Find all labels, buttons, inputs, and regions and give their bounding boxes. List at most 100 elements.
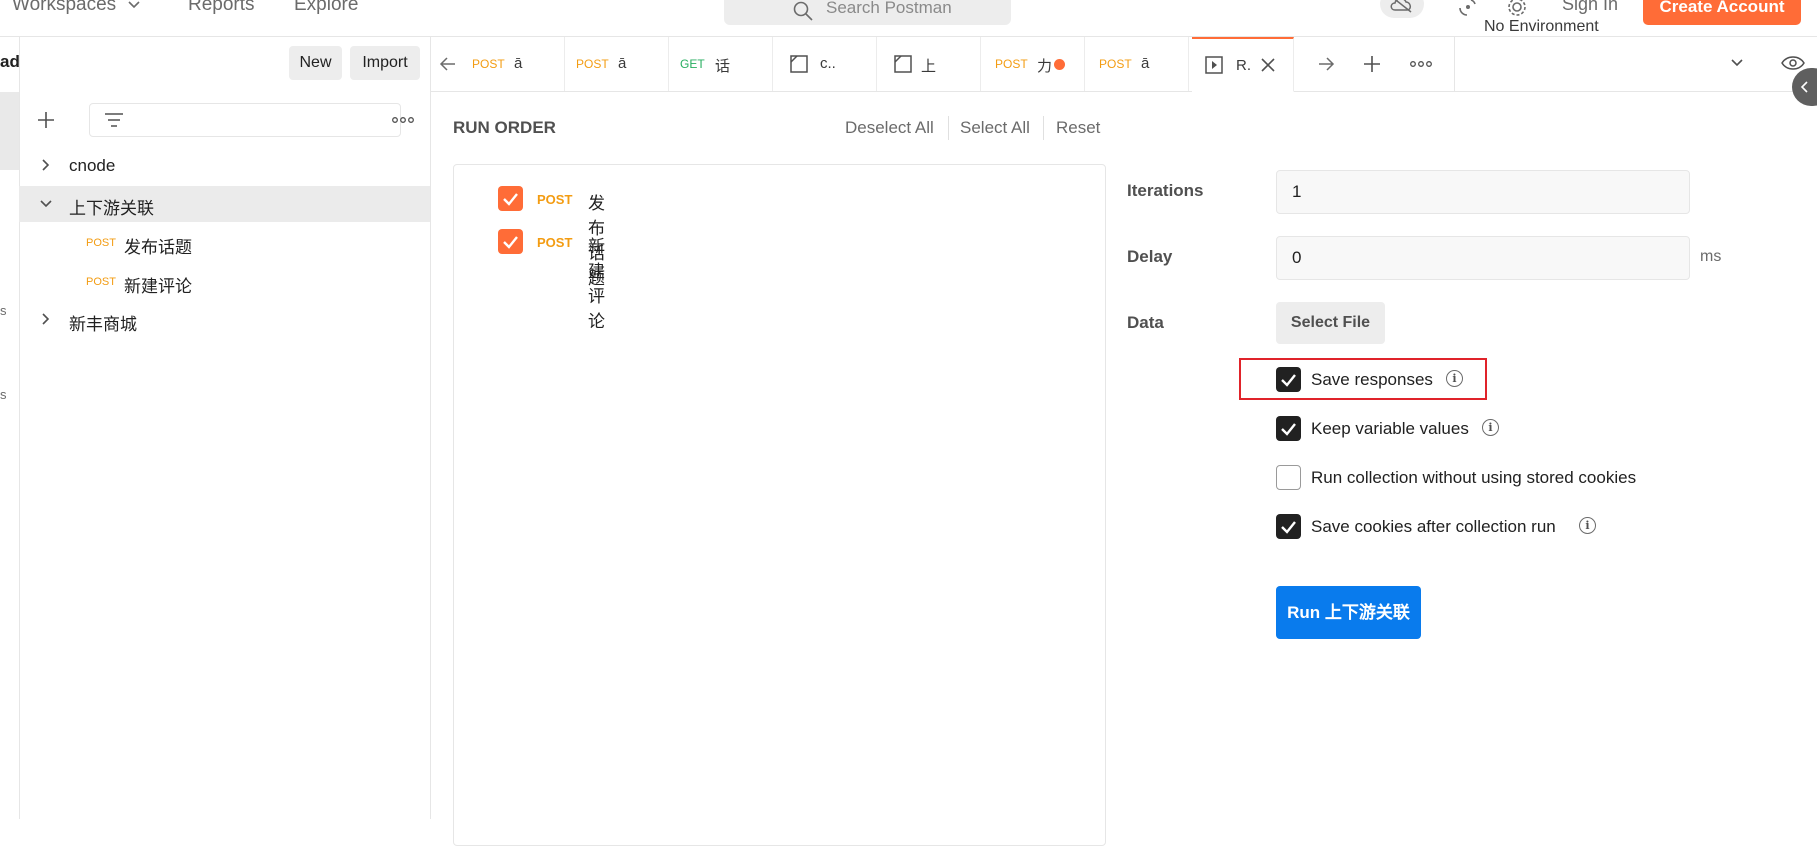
collection-label: cnode bbox=[69, 156, 116, 175]
tab-request[interactable]: POST ā bbox=[464, 37, 565, 91]
filter-input[interactable] bbox=[89, 103, 401, 137]
tab-request-unsaved[interactable]: POST 力 bbox=[980, 37, 1085, 91]
iterations-value: 1 bbox=[1292, 182, 1302, 201]
request-item[interactable]: POST 新建评论 bbox=[19, 264, 430, 300]
selected-strip-item[interactable] bbox=[0, 92, 19, 170]
divider bbox=[1454, 37, 1455, 91]
tab-method: POST bbox=[995, 57, 1028, 71]
delay-unit: ms bbox=[1700, 248, 1722, 265]
filter-icon bbox=[105, 113, 123, 127]
tab-title: 上 bbox=[921, 58, 937, 75]
request-name: 新建评论 bbox=[588, 237, 605, 331]
collection-item-mall[interactable]: 新丰商城 bbox=[19, 302, 430, 338]
collection-label: 上下游关联 bbox=[69, 199, 154, 218]
reset-button[interactable]: Reset bbox=[1056, 118, 1100, 138]
chevron-down-icon[interactable] bbox=[1730, 58, 1744, 68]
tab-method: GET bbox=[680, 57, 705, 71]
tab-bar: POST ā POST ā GET 话 c.. 上 POST 力 POST ā … bbox=[431, 37, 1817, 92]
reports-link[interactable]: Reports bbox=[188, 0, 255, 16]
tab-title: ā bbox=[1141, 55, 1150, 72]
collection-icon bbox=[790, 55, 808, 73]
divider bbox=[1043, 116, 1044, 140]
tab-title: R. bbox=[1236, 57, 1251, 74]
left-icon-strip: s s bbox=[0, 37, 20, 819]
keep-variable-values-checkbox[interactable] bbox=[1276, 416, 1301, 441]
collection-icon bbox=[894, 55, 912, 73]
tab-request[interactable]: POST ā bbox=[1084, 37, 1189, 91]
tab-method: POST bbox=[472, 57, 505, 71]
tab-request[interactable]: POST ā bbox=[564, 37, 669, 91]
tab-collection[interactable]: c.. bbox=[772, 37, 877, 91]
sync-status-button[interactable] bbox=[1380, 0, 1424, 18]
request-label: 发布话题 bbox=[124, 238, 192, 257]
search-bar[interactable]: Search Postman bbox=[724, 0, 1011, 25]
tab-method: POST bbox=[576, 57, 609, 71]
tab-title: ā bbox=[514, 55, 523, 72]
delay-value: 0 bbox=[1292, 248, 1302, 267]
strip-fragment: s bbox=[0, 303, 7, 318]
explore-link[interactable]: Explore bbox=[294, 0, 358, 16]
option-label: Keep variable values bbox=[1311, 419, 1469, 438]
info-icon[interactable]: i bbox=[1579, 517, 1596, 534]
request-checkbox[interactable] bbox=[498, 186, 523, 211]
environment-selector[interactable]: No Environment bbox=[1484, 18, 1599, 36]
run-order-list bbox=[453, 164, 1106, 846]
workspaces-menu[interactable]: Workspaces bbox=[12, 0, 141, 16]
chevron-down-icon bbox=[40, 200, 52, 208]
tab-title: 话 bbox=[715, 58, 731, 75]
data-label: Data bbox=[1127, 313, 1164, 332]
arrow-left-icon[interactable] bbox=[439, 56, 457, 72]
workspace-name: ad bbox=[0, 52, 20, 71]
request-item[interactable]: POST 发布话题 bbox=[19, 225, 430, 261]
request-checkbox[interactable] bbox=[498, 229, 523, 254]
runner-icon bbox=[1205, 56, 1223, 74]
tab-method: POST bbox=[1099, 57, 1132, 71]
run-collection-button[interactable]: Run 上下游关联 bbox=[1276, 586, 1421, 639]
select-file-button[interactable]: Select File bbox=[1276, 302, 1385, 344]
satellite-icon[interactable] bbox=[1457, 0, 1479, 18]
search-icon bbox=[793, 1, 813, 21]
iterations-label: Iterations bbox=[1127, 181, 1204, 200]
more-options-icon[interactable] bbox=[1410, 60, 1432, 68]
tab-collection[interactable]: 上 bbox=[876, 37, 981, 91]
iterations-input[interactable]: 1 bbox=[1276, 170, 1690, 214]
chevron-right-icon bbox=[42, 159, 50, 171]
request-label: 新建评论 bbox=[124, 277, 192, 296]
unsaved-dot bbox=[1054, 59, 1065, 70]
option-label: Run collection without using stored cook… bbox=[1311, 468, 1637, 487]
run-without-cookies-checkbox[interactable] bbox=[1276, 465, 1301, 490]
plus-icon[interactable] bbox=[36, 110, 56, 130]
chevron-left-icon bbox=[1800, 81, 1808, 93]
checkmark-icon bbox=[503, 193, 518, 206]
tab-title: ā bbox=[618, 55, 627, 72]
sign-in-link[interactable]: Sign In bbox=[1562, 0, 1618, 15]
info-icon[interactable]: i bbox=[1446, 370, 1463, 387]
method-badge: POST bbox=[86, 237, 116, 249]
close-icon[interactable] bbox=[1260, 57, 1276, 73]
select-all-button[interactable]: Select All bbox=[960, 118, 1030, 138]
divider bbox=[948, 116, 949, 140]
strip-fragment: s bbox=[0, 387, 7, 402]
search-placeholder: Search Postman bbox=[826, 0, 952, 17]
checkmark-icon bbox=[503, 236, 518, 249]
collection-item-upstream[interactable]: 上下游关联 bbox=[19, 186, 430, 222]
cloud-off-icon bbox=[1390, 0, 1412, 13]
collection-label: 新丰商城 bbox=[69, 315, 137, 334]
create-account-button[interactable]: Create Account bbox=[1643, 0, 1801, 25]
more-options-icon[interactable] bbox=[392, 116, 414, 124]
plus-icon[interactable] bbox=[1362, 54, 1382, 74]
collapse-panel-button[interactable] bbox=[1792, 68, 1817, 106]
deselect-all-button[interactable]: Deselect All bbox=[845, 118, 934, 138]
arrow-right-icon[interactable] bbox=[1317, 56, 1335, 72]
method-badge: POST bbox=[86, 276, 116, 288]
save-cookies-checkbox[interactable] bbox=[1276, 514, 1301, 539]
gear-icon[interactable] bbox=[1506, 0, 1528, 18]
method-badge: POST bbox=[537, 235, 573, 250]
tab-runner-active[interactable]: R. bbox=[1192, 37, 1294, 92]
save-responses-checkbox[interactable] bbox=[1276, 367, 1301, 392]
delay-input[interactable]: 0 bbox=[1276, 236, 1690, 280]
method-badge: POST bbox=[537, 192, 573, 207]
tab-request[interactable]: GET 话 bbox=[668, 37, 773, 91]
collection-item-cnode[interactable]: cnode bbox=[19, 148, 430, 184]
info-icon[interactable]: i bbox=[1482, 419, 1499, 436]
